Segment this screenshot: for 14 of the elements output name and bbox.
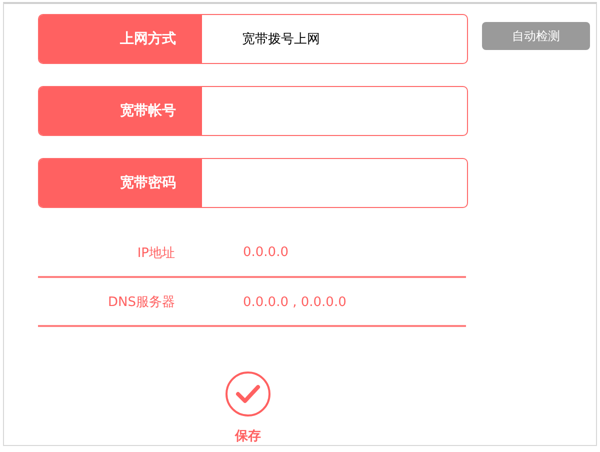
save-button[interactable]: 保存 bbox=[225, 371, 271, 445]
info-label: DNS服务器 bbox=[107, 294, 175, 312]
field-value: 宽带拨号上网 bbox=[242, 31, 320, 48]
field-label: 上网方式 bbox=[39, 15, 202, 63]
field-label: 宽带密码 bbox=[39, 159, 202, 207]
info-value: 0.0.0.0 , 0.0.0.0 bbox=[243, 294, 346, 310]
input-field[interactable]: 宽带密码 bbox=[38, 158, 468, 208]
check-icon bbox=[225, 371, 271, 417]
input-field[interactable]: 上网方式 宽带拨号上网 bbox=[38, 14, 468, 64]
info-label: IP地址 bbox=[136, 244, 175, 262]
info-value: 0.0.0.0 bbox=[243, 245, 288, 260]
auto-detect-button[interactable]: 自动检测 bbox=[482, 22, 590, 50]
field-label: 宽带帐号 bbox=[39, 87, 202, 135]
input-field[interactable]: 宽带帐号 bbox=[38, 86, 468, 136]
